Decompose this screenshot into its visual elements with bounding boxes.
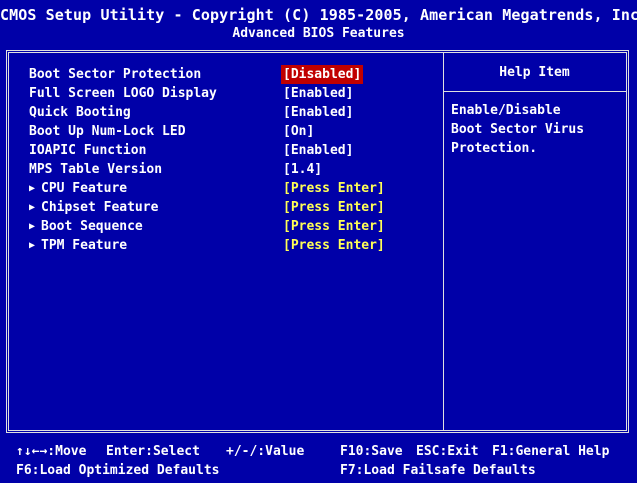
setting-num-lock-led[interactable]: Boot Up Num-Lock LED [On] (29, 122, 439, 141)
right-triangle-icon: ▶ (29, 202, 36, 213)
key-move: ↑↓←→:Move (16, 444, 87, 459)
submenu-chipset-feature[interactable]: ▶ Chipset Feature [Press Enter] (29, 198, 439, 217)
right-triangle-icon: ▶ (29, 221, 36, 232)
help-line: Boot Sector Virus (451, 122, 585, 137)
key-optimized-defaults: F6:Load Optimized Defaults (16, 463, 220, 478)
submenu-boot-sequence[interactable]: ▶ Boot Sequence [Press Enter] (29, 217, 439, 236)
bios-screen: CMOS Setup Utility - Copyright (C) 1985-… (0, 0, 637, 483)
setting-label: ▶ CPU Feature (29, 179, 127, 198)
help-title: Help Item (499, 65, 570, 80)
setting-value[interactable]: [On] (283, 122, 314, 141)
submenu-value[interactable]: [Press Enter] (283, 217, 385, 236)
setting-value[interactable]: [Enabled] (283, 103, 353, 122)
setting-mps-table-version[interactable]: MPS Table Version [1.4] (29, 160, 439, 179)
submenu-label: Chipset Feature (41, 200, 159, 215)
page-title: Advanced BIOS Features (232, 26, 405, 41)
setting-label: Boot Sector Protection (29, 67, 202, 82)
setting-label: ▶ Chipset Feature (29, 198, 158, 217)
help-divider (443, 91, 626, 92)
panel-divider (443, 53, 444, 430)
key-save: F10:Save (340, 444, 403, 459)
setting-label: Boot Up Num-Lock LED (29, 124, 186, 139)
submenu-label: CPU Feature (41, 181, 128, 196)
key-exit: ESC:Exit (416, 444, 479, 459)
setting-value[interactable]: [Disabled] (281, 65, 364, 84)
setting-value[interactable]: [Enabled] (283, 84, 353, 103)
utility-title: CMOS Setup Utility - Copyright (C) 1985-… (0, 6, 637, 24)
setting-boot-sector-protection[interactable]: Boot Sector Protection [Disabled] (29, 65, 439, 84)
setting-quick-booting[interactable]: Quick Booting [Enabled] (29, 103, 439, 122)
key-select: Enter:Select (106, 444, 200, 459)
setting-value[interactable]: [Enabled] (283, 141, 353, 160)
help-text: Enable/Disable Boot Sector Virus Protect… (451, 101, 621, 158)
right-triangle-icon: ▶ (29, 183, 36, 194)
key-legend: ↑↓←→:Move Enter:Select +/-/:Value F10:Sa… (6, 434, 629, 483)
submenu-tpm-feature[interactable]: ▶ TPM Feature [Press Enter] (29, 236, 439, 255)
submenu-value[interactable]: [Press Enter] (283, 198, 385, 217)
header: CMOS Setup Utility - Copyright (C) 1985-… (0, 0, 637, 48)
key-failsafe-defaults: F7:Load Failsafe Defaults (340, 463, 536, 478)
key-value: +/-/:Value (226, 444, 305, 459)
key-general-help: F1:General Help (492, 444, 610, 459)
setting-label: MPS Table Version (29, 162, 163, 177)
submenu-value[interactable]: [Press Enter] (283, 236, 385, 255)
settings-list: Boot Sector Protection [Disabled] Full S… (29, 65, 439, 255)
submenu-label: Boot Sequence (41, 219, 143, 234)
setting-label: Full Screen LOGO Display (29, 86, 217, 101)
settings-panel: Help Item Enable/Disable Boot Sector Vir… (6, 50, 629, 433)
help-line: Enable/Disable (451, 103, 561, 118)
setting-label: Quick Booting (29, 105, 131, 120)
setting-label: ▶ TPM Feature (29, 236, 127, 255)
submenu-cpu-feature[interactable]: ▶ CPU Feature [Press Enter] (29, 179, 439, 198)
setting-label: IOAPIC Function (29, 143, 147, 158)
help-line: Protection. (451, 141, 538, 156)
submenu-value[interactable]: [Press Enter] (283, 179, 385, 198)
setting-full-screen-logo[interactable]: Full Screen LOGO Display [Enabled] (29, 84, 439, 103)
setting-ioapic-function[interactable]: IOAPIC Function [Enabled] (29, 141, 439, 160)
setting-label: ▶ Boot Sequence (29, 217, 143, 236)
right-triangle-icon: ▶ (29, 240, 36, 251)
setting-value[interactable]: [1.4] (283, 160, 322, 179)
submenu-label: TPM Feature (41, 238, 128, 253)
